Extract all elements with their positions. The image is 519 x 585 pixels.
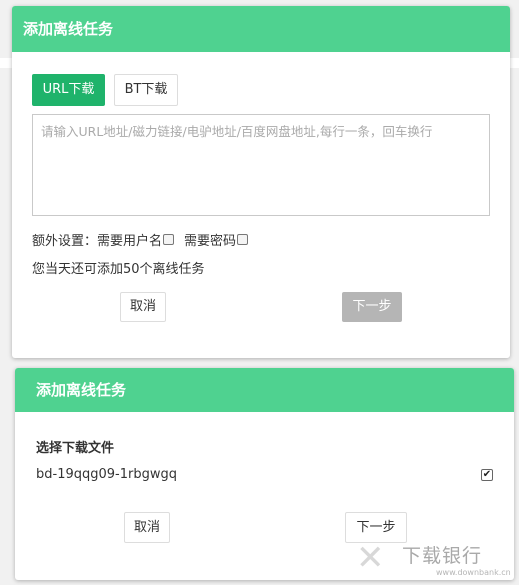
extra-settings-label: 额外设置：: [32, 234, 98, 249]
xz-logo-icon: ✕: [356, 538, 385, 578]
dialog-header: 添加离线任务: [15, 368, 514, 412]
need-password-label: 需要密码: [184, 234, 237, 249]
need-username-label: 需要用户名: [97, 234, 163, 249]
need-password-checkbox[interactable]: [237, 234, 249, 245]
file-checkbox[interactable]: ✔: [481, 469, 493, 481]
url-textarea-placeholder: 请输入URL地址/磁力链接/电驴地址/百度网盘地址,每行一条，回车换行: [41, 124, 433, 139]
watermark-url: www.downbank.cn: [436, 568, 511, 577]
add-offline-task-dialog: 添加离线任务 URL下载 BT下载 请输入URL地址/磁力链接/电驴地址/百度网…: [12, 6, 510, 358]
file-name: bd-19qqg09-1rbgwgq: [36, 467, 177, 482]
task-quota-text: 您当天还可添加50个离线任务: [32, 262, 205, 277]
next-step-button[interactable]: 下一步: [342, 292, 402, 322]
tab-url-download[interactable]: URL下载: [32, 74, 105, 106]
checkmark-icon: ✔: [482, 469, 492, 480]
cancel-button[interactable]: 取消: [120, 292, 166, 322]
tab-bt-download[interactable]: BT下载: [114, 74, 178, 106]
extra-settings-row: 额外设置：需要用户名 需要密码: [32, 230, 258, 249]
section-title: 选择下载文件: [36, 441, 115, 456]
need-username-checkbox[interactable]: [163, 234, 175, 245]
url-textarea[interactable]: 请输入URL地址/磁力链接/电驴地址/百度网盘地址,每行一条，回车换行: [32, 114, 490, 216]
watermark: ✕ 下载银行 www.downbank.cn: [356, 540, 516, 582]
cancel-button[interactable]: 取消: [124, 512, 170, 543]
watermark-name: 下载银行: [402, 545, 483, 567]
dialog-header: 添加离线任务: [12, 6, 510, 52]
